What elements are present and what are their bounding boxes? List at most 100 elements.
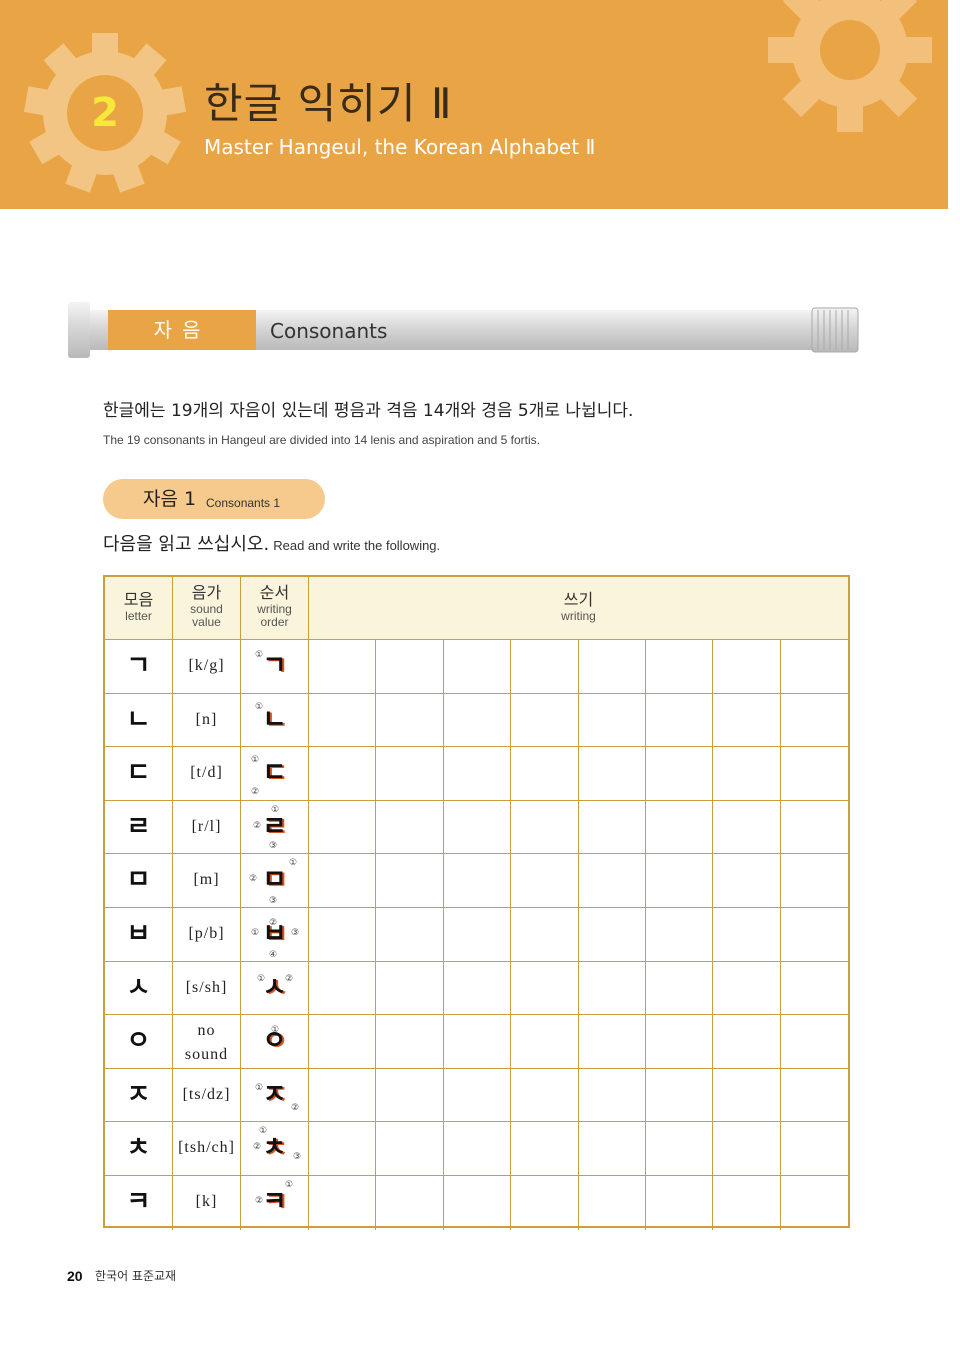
practice-box[interactable] xyxy=(780,1015,848,1069)
practice-box[interactable] xyxy=(443,961,512,1016)
practice-box[interactable] xyxy=(511,854,579,908)
practice-box[interactable] xyxy=(713,1068,781,1123)
practice-box[interactable] xyxy=(645,961,714,1016)
practice-box[interactable] xyxy=(511,1015,579,1069)
practice-box[interactable] xyxy=(376,961,444,1016)
practice-box[interactable] xyxy=(511,693,579,748)
practice-box[interactable] xyxy=(511,961,579,1016)
practice-box[interactable] xyxy=(579,1176,646,1230)
practice-box[interactable] xyxy=(713,1015,781,1069)
practice-box[interactable] xyxy=(646,1176,714,1230)
practice-box[interactable] xyxy=(713,1122,781,1176)
practice-box[interactable] xyxy=(376,640,444,694)
practice-box[interactable] xyxy=(645,693,714,748)
practice-box[interactable] xyxy=(713,961,781,1016)
practice-box[interactable] xyxy=(309,693,377,748)
consonant-letter: ㄹ xyxy=(105,800,173,855)
practice-box[interactable] xyxy=(645,747,714,801)
practice-box[interactable] xyxy=(309,747,377,801)
practice-box[interactable] xyxy=(713,1176,781,1230)
practice-box[interactable] xyxy=(645,1015,714,1069)
practice-box[interactable] xyxy=(511,1176,579,1230)
practice-box[interactable] xyxy=(780,801,848,855)
practice-box[interactable] xyxy=(376,1122,444,1176)
practice-box[interactable] xyxy=(578,640,646,694)
practice-box[interactable] xyxy=(443,1015,512,1069)
practice-box[interactable] xyxy=(443,693,512,748)
intro-korean: 한글에는 19개의 자음이 있는데 평음과 격음 14개와 경음 5개로 나뉩니… xyxy=(103,401,634,421)
practice-box[interactable] xyxy=(309,1068,377,1123)
practice-box[interactable] xyxy=(443,854,512,908)
practice-box[interactable] xyxy=(713,693,781,748)
practice-box[interactable] xyxy=(578,1015,646,1069)
practice-box[interactable] xyxy=(578,693,646,748)
practice-box[interactable] xyxy=(578,854,646,908)
practice-box[interactable] xyxy=(578,908,646,962)
practice-box[interactable] xyxy=(713,908,781,962)
practice-box[interactable] xyxy=(780,747,848,801)
practice-box[interactable] xyxy=(376,800,444,855)
practice-box[interactable] xyxy=(780,640,848,694)
stroke-number-mark: ① xyxy=(289,858,298,869)
practice-box[interactable] xyxy=(376,1068,444,1123)
practice-box[interactable] xyxy=(443,908,512,962)
practice-box[interactable] xyxy=(645,800,714,855)
practice-box[interactable] xyxy=(578,1068,646,1123)
practice-box[interactable] xyxy=(713,640,781,694)
stroke-number-mark: ① xyxy=(251,928,260,938)
practice-box[interactable] xyxy=(309,800,377,855)
practice-box[interactable] xyxy=(511,1068,579,1123)
practice-box[interactable] xyxy=(309,908,377,962)
practice-box[interactable] xyxy=(713,747,781,801)
practice-box[interactable] xyxy=(578,747,646,801)
practice-box[interactable] xyxy=(713,854,781,908)
practice-box[interactable] xyxy=(309,1122,377,1176)
practice-box[interactable] xyxy=(511,747,579,801)
practice-box[interactable] xyxy=(443,640,512,694)
practice-box[interactable] xyxy=(443,747,512,801)
practice-box[interactable] xyxy=(578,1122,646,1176)
practice-box[interactable] xyxy=(376,1176,444,1230)
consonant-letter: ㅈ xyxy=(105,1068,173,1123)
practice-box[interactable] xyxy=(443,1068,512,1123)
practice-box[interactable] xyxy=(511,1122,579,1176)
practice-box[interactable] xyxy=(645,640,714,694)
practice-box[interactable] xyxy=(309,640,377,694)
practice-box[interactable] xyxy=(444,1176,512,1230)
practice-box[interactable] xyxy=(645,1122,714,1176)
practice-box[interactable] xyxy=(780,1069,848,1123)
stroke-order: ㅈ① ② xyxy=(241,1068,309,1123)
practice-box[interactable] xyxy=(780,908,848,962)
practice-box[interactable] xyxy=(511,640,579,694)
practice-box[interactable] xyxy=(511,908,579,962)
practice-box[interactable] xyxy=(376,693,444,748)
practice-box[interactable] xyxy=(443,1122,512,1176)
practice-box[interactable] xyxy=(443,800,512,855)
consonant-letter: ㄷ xyxy=(105,747,173,801)
practice-box[interactable] xyxy=(578,800,646,855)
practice-box[interactable] xyxy=(645,908,714,962)
practice-box[interactable] xyxy=(309,854,377,908)
page-number: 20 xyxy=(67,1268,83,1284)
practice-box[interactable] xyxy=(578,961,646,1016)
practice-box[interactable] xyxy=(645,854,714,908)
practice-box[interactable] xyxy=(511,800,579,855)
practice-box[interactable] xyxy=(376,854,444,908)
practice-box[interactable] xyxy=(376,1015,444,1069)
practice-box[interactable] xyxy=(376,747,444,801)
practice-box[interactable] xyxy=(713,800,781,855)
practice-box[interactable] xyxy=(309,1015,377,1069)
practice-box[interactable] xyxy=(780,694,848,748)
practice-box[interactable] xyxy=(780,1122,848,1176)
practice-box[interactable] xyxy=(780,854,848,908)
practice-box[interactable] xyxy=(781,1176,848,1230)
practice-box[interactable] xyxy=(309,1176,377,1230)
practice-box[interactable] xyxy=(780,962,848,1016)
practice-box[interactable] xyxy=(376,908,444,962)
sound-value: [m] xyxy=(173,854,241,908)
header-order-ko: 순서 xyxy=(259,583,290,602)
instruction: 다음을 읽고 쓰십시오. Read and write the following… xyxy=(103,532,440,559)
practice-box[interactable] xyxy=(645,1068,714,1123)
practice-box[interactable] xyxy=(309,961,377,1016)
stroke-number-mark: ③ xyxy=(269,896,278,907)
